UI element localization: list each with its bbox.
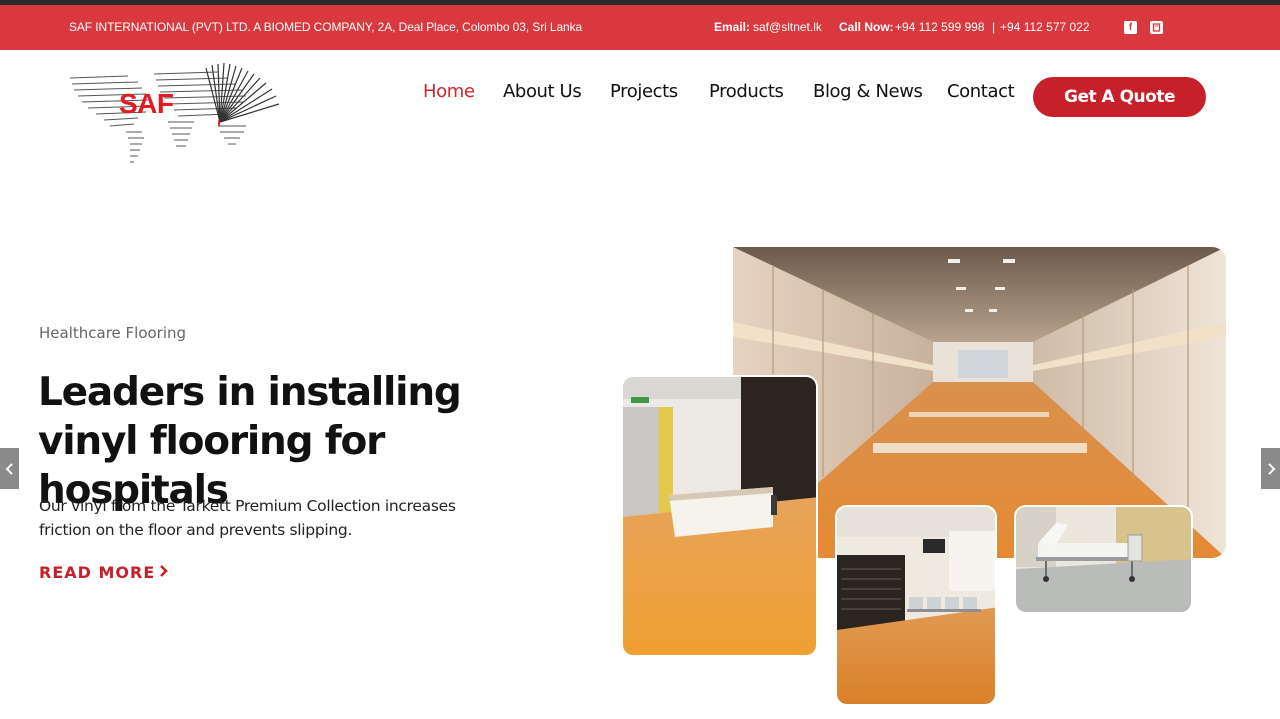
get-a-quote-button[interactable]: Get A Quote [1033,77,1206,117]
hero-description: Our vinyl from the Tarkett Premium Colle… [39,497,456,539]
reception-area-image [621,375,818,657]
chevron-right-icon [159,563,169,582]
read-more-label: READ MORE [39,563,156,582]
nav-item-blog-news[interactable]: Blog & News [813,81,923,102]
read-more-link[interactable]: READ MORE [39,563,169,582]
email-link[interactable]: saf@sltnet.lk [753,20,822,34]
nav-item-products[interactable]: Products [709,81,784,102]
facebook-icon[interactable]: f [1124,21,1137,34]
hospital-bed-image [1014,505,1193,614]
book-icon[interactable] [1150,21,1163,34]
phone-link-2[interactable]: +94 112 577 022 [1000,20,1090,34]
phone-link-1[interactable]: +94 112 599 998 [895,20,985,34]
nav-item-projects[interactable]: Projects [610,81,678,102]
waiting-area-image [835,505,997,706]
chevron-right-icon [1266,460,1276,477]
world-map-lines-graphic [69,62,280,163]
logo-text: SAF [119,88,174,119]
email-label: Email: [714,20,751,34]
nav-item-contact[interactable]: Contact [947,81,1015,102]
nav-item-about-us[interactable]: About Us [503,81,582,102]
slider-next-button[interactable] [1261,448,1280,489]
hero-headline: Leaders in installing vinyl flooring for… [38,370,462,513]
call-label: Call Now: [839,20,894,34]
chevron-left-icon [5,460,15,477]
saf-logo[interactable]: SAF [68,60,282,168]
slider-prev-button[interactable] [0,448,19,489]
company-address: SAF INTERNATIONAL (PVT) LTD. A BIOMED CO… [69,20,583,34]
nav-item-home[interactable]: Home [423,81,475,102]
phone-separator: | [992,20,996,34]
hero-eyebrow: Healthcare Flooring [39,324,187,342]
top-info-bar: SAF INTERNATIONAL (PVT) LTD. A BIOMED CO… [0,5,1280,50]
